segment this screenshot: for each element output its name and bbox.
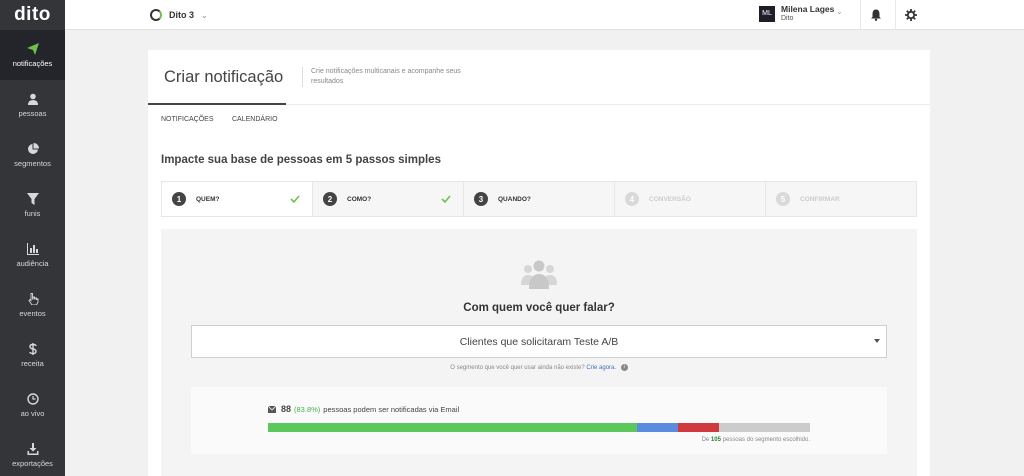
sidebar-item-exportacoes[interactable]: exportações: [0, 430, 65, 476]
sidebar-item-notificacoes[interactable]: notificações: [0, 30, 65, 80]
tab-calendario[interactable]: CALENDÁRIO: [232, 116, 278, 123]
reach-text: pessoas podem ser notificadas via Email: [323, 404, 460, 414]
user-name: Milena Lages: [781, 4, 835, 14]
title-underline: [148, 103, 286, 105]
create-segment-link[interactable]: Crie agora.: [586, 365, 616, 371]
reach-bar-segment-1: [636, 423, 678, 432]
avatar: ML: [759, 5, 775, 22]
step-como[interactable]: 2 COMO?: [313, 182, 464, 216]
clock-icon: [26, 392, 39, 405]
sidebar-item-label: eventos: [19, 308, 46, 318]
chevron-down-icon: ⌄: [836, 7, 843, 16]
section-heading: Impacte sua base de pessoas em 5 passos …: [161, 154, 441, 166]
segment-select[interactable]: Clientes que solicitaram Teste A/B: [191, 325, 887, 358]
check-icon: [290, 195, 300, 204]
sidebar-item-audiencia[interactable]: audiência: [0, 230, 65, 280]
step-label: CONVERSÃO: [649, 195, 691, 203]
reach-bar-segment-0: [268, 423, 637, 432]
envelope-icon: [268, 405, 276, 413]
step-number: 3: [474, 192, 488, 206]
steps-wizard: 1 QUEM? 2 COMO? 3 QUANDO? 4 CONVERSÃO 5 …: [161, 181, 917, 217]
note-prefix: De: [701, 437, 710, 443]
paper-plane-icon: [26, 42, 39, 55]
step-number: 2: [323, 192, 337, 206]
reach-bar-segment-2: [677, 423, 719, 432]
audience-panel: Com quem você quer falar? Clientes que s…: [161, 229, 917, 476]
page-title: Criar notificação: [164, 68, 284, 86]
page-scrollbar[interactable]: [1016, 30, 1024, 476]
sidebar-item-pessoas[interactable]: pessoas: [0, 80, 65, 130]
sidebar-item-label: receita: [21, 358, 44, 368]
account-name: Dito 3: [169, 10, 195, 20]
sidebar-item-label: segmentos: [14, 158, 51, 168]
people-group-icon: [521, 260, 557, 289]
bell-icon: [870, 9, 881, 21]
segment-hint: O segmento que você quer usar ainda não …: [161, 364, 917, 371]
sidebar-item-eventos[interactable]: eventos: [0, 280, 65, 330]
reach-bar-segment-3: [718, 423, 810, 432]
step-label: COMO?: [347, 195, 372, 203]
sidebar-item-label: audiência: [16, 258, 49, 268]
dollar-icon: [28, 342, 37, 355]
user-menu[interactable]: ML Milena Lages Dito ⌄: [759, 4, 843, 23]
step-confirmar: 5 CONFIRMAR: [766, 182, 916, 216]
tab-notificacoes[interactable]: NOTIFICAÇÕES: [161, 116, 214, 123]
sidebar-item-funis[interactable]: funis: [0, 180, 65, 230]
pointer-hand-icon: [27, 292, 38, 305]
step-label: CONFIRMAR: [800, 195, 840, 203]
pie-chart-icon: [27, 142, 39, 154]
account-logo-icon: [150, 9, 162, 21]
hint-text: O segmento que você quer usar ainda não …: [450, 365, 585, 372]
person-icon: [27, 93, 38, 105]
step-number: 4: [625, 192, 639, 206]
user-org: Dito: [781, 15, 794, 22]
sidebar-item-segmentos[interactable]: segmentos: [0, 130, 65, 180]
bar-chart-icon: [26, 242, 39, 255]
sidebar-item-label: pessoas: [18, 108, 47, 118]
sidebar-item-receita[interactable]: receita: [0, 330, 65, 380]
sidebar-item-label: ao vivo: [20, 408, 45, 418]
sidebar: dito notificações pessoas segmentos funi…: [0, 0, 65, 476]
reach-count: 88: [281, 404, 292, 414]
audience-question: Com quem você quer falar?: [463, 302, 615, 314]
reach-bar: [268, 423, 810, 432]
reach-summary: 88 (83.8%) pessoas podem ser notificadas…: [268, 404, 459, 414]
reach-stats: 88 (83.8%) pessoas podem ser notificadas…: [191, 387, 887, 454]
step-label: QUEM?: [196, 195, 220, 203]
sidebar-item-label: exportações: [12, 458, 53, 468]
notifications-button[interactable]: [860, 0, 890, 30]
segment-total-note: De 105 pessoas do segmento escolhido.: [610, 437, 810, 443]
header-card: Criar notificação Crie notificações mult…: [148, 50, 930, 136]
account-switcher[interactable]: Dito 3 ⌄: [150, 0, 208, 30]
step-quando[interactable]: 3 QUANDO?: [464, 182, 615, 216]
note-suffix: pessoas do segmento escolhido.: [722, 437, 810, 443]
dito-logo[interactable]: dito: [0, 0, 65, 30]
page-description: Crie notificações multicanais e acompanh…: [302, 67, 477, 87]
settings-button[interactable]: [895, 0, 925, 30]
step-number: 5: [776, 192, 790, 206]
topbar: Dito 3 ⌄ ML Milena Lages Dito ⌄: [65, 0, 1024, 30]
info-icon[interactable]: i: [620, 364, 628, 371]
step-number: 1: [172, 192, 186, 206]
download-icon: [27, 442, 38, 455]
segment-total: 105: [710, 437, 721, 443]
sidebar-item-label: notificações: [12, 58, 53, 68]
chevron-down-icon: ⌄: [201, 10, 208, 20]
sidebar-item-ao-vivo[interactable]: ao vivo: [0, 380, 65, 430]
check-icon: [441, 195, 451, 204]
sidebar-item-label: funis: [24, 208, 41, 218]
step-label: QUANDO?: [498, 195, 531, 203]
reach-percent: (83.8%): [294, 404, 321, 414]
segment-select-value: Clientes que solicitaram Teste A/B: [459, 335, 619, 348]
gear-icon: [904, 9, 917, 21]
step-conversao: 4 CONVERSÃO: [615, 182, 766, 216]
caret-down-icon: [874, 339, 880, 343]
step-quem[interactable]: 1 QUEM?: [162, 182, 313, 216]
main-card: Impacte sua base de pessoas em 5 passos …: [148, 136, 930, 476]
funnel-icon: [26, 192, 39, 205]
